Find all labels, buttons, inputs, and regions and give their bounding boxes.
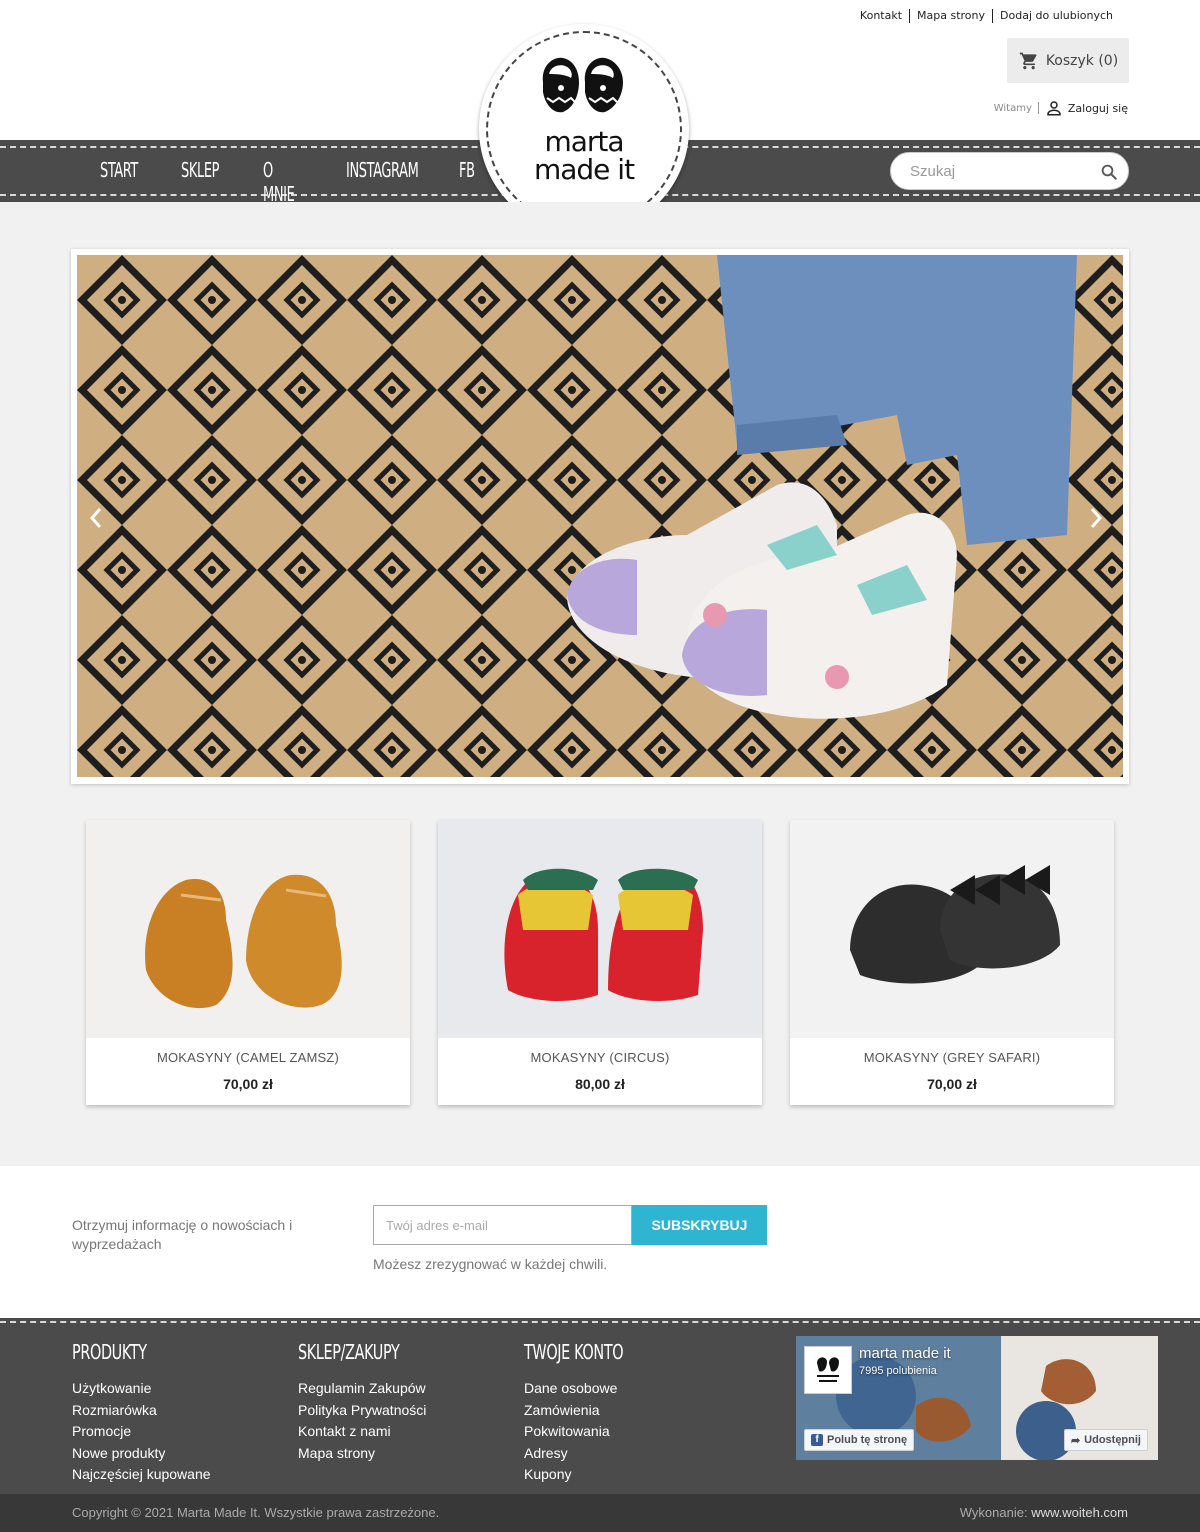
- footer-link[interactable]: Regulamin Zakupów: [298, 1378, 439, 1400]
- slider-next-button[interactable]: [1081, 503, 1111, 533]
- footer-column-account: TWOJE KONTO Dane osobowe Zamówienia Pokw…: [524, 1340, 662, 1486]
- slider-prev-button[interactable]: [81, 503, 111, 533]
- search-icon[interactable]: [1100, 163, 1118, 181]
- facebook-share-label: Udostępnij: [1084, 1434, 1141, 1446]
- newsletter-text: Otrzymuj informację o nowościach i wyprz…: [72, 1217, 293, 1252]
- facebook-likes-count: 7995 polubienia: [859, 1365, 937, 1377]
- greeting-text: Witamy: [993, 102, 1032, 114]
- credit-prefix: Wykonanie:: [959, 1505, 1028, 1520]
- footer-heading: PRODUKTY: [72, 1340, 147, 1364]
- shoes-icon: [542, 57, 623, 113]
- facebook-page-name[interactable]: marta made it: [859, 1345, 951, 1362]
- facebook-icon: f: [811, 1434, 823, 1446]
- cart-icon: [1019, 52, 1037, 69]
- share-icon: ➦: [1070, 1434, 1081, 1447]
- footer-link[interactable]: Polityka Prywatności: [298, 1400, 439, 1422]
- nav-menu: START SKLEP O MNIE INSTAGRAM FB: [100, 158, 512, 206]
- product-image[interactable]: [86, 820, 410, 1038]
- top-links: Kontakt Mapa strony Dodaj do ulubionych: [853, 9, 1120, 23]
- footer-link[interactable]: Najczęściej kupowane: [72, 1464, 211, 1486]
- email-field[interactable]: [373, 1205, 632, 1245]
- nav-item-shop[interactable]: SKLEP: [181, 158, 219, 206]
- hero-slide-image: [77, 255, 1123, 777]
- nav-item-fb[interactable]: FB: [459, 158, 475, 206]
- divider: [1037, 102, 1039, 114]
- footer-link[interactable]: Mapa strony: [298, 1443, 439, 1465]
- footer: PRODUKTY Użytkowanie Rozmiarówka Promocj…: [0, 1318, 1200, 1494]
- chevron-right-icon: [1090, 508, 1103, 528]
- footer-column-shop: SKLEP/ZAKUPY Regulamin Zakupów Polityka …: [298, 1340, 439, 1464]
- footer-link[interactable]: Nowe produkty: [72, 1443, 211, 1465]
- product-name[interactable]: MOKASYNY (GREY SAFARI): [790, 1050, 1114, 1065]
- footer-link[interactable]: Kupony: [524, 1464, 662, 1486]
- login-label: Zaloguj się: [1067, 101, 1128, 115]
- facebook-like-label: Polub tę stronę: [827, 1434, 908, 1446]
- facebook-page-avatar[interactable]: [804, 1346, 852, 1394]
- newsletter-section: Otrzymuj informację o nowościach i wyprz…: [0, 1166, 1200, 1318]
- logo-line-1: marta: [544, 125, 624, 158]
- nav-item-about[interactable]: O MNIE: [263, 158, 299, 206]
- copyright-text: Copyright © 2021 Marta Made It. Wszystki…: [72, 1505, 440, 1520]
- footer-link[interactable]: Zamówienia: [524, 1400, 662, 1422]
- footer-link[interactable]: Promocje: [72, 1421, 211, 1443]
- product-list: MOKASYNY (CAMEL ZAMSZ) 70,00 zł MOKASYNY…: [86, 820, 1114, 1105]
- product-card[interactable]: MOKASYNY (CIRCUS) 80,00 zł: [438, 820, 762, 1105]
- cart-label: Koszyk (0): [1045, 52, 1119, 69]
- facebook-page-widget[interactable]: marta made it 7995 polubienia f Polub tę…: [796, 1336, 1158, 1460]
- search-box: [890, 152, 1129, 190]
- logo-line-2: made it: [533, 153, 635, 186]
- logo-text: marta made it: [479, 128, 689, 184]
- facebook-share-button[interactable]: ➦ Udostępnij: [1063, 1429, 1148, 1451]
- footer-link[interactable]: Adresy: [524, 1443, 662, 1465]
- user-icon: [1047, 101, 1061, 116]
- nav-item-instagram[interactable]: INSTAGRAM: [346, 158, 419, 206]
- newsletter-note: Możesz zrezygnować w każdej chwili.: [373, 1256, 608, 1272]
- bottom-bar: Copyright © 2021 Marta Made It. Wszystki…: [0, 1494, 1200, 1532]
- login-link[interactable]: Zaloguj się: [1045, 99, 1128, 117]
- footer-heading: TWOJE KONTO: [524, 1340, 624, 1364]
- product-name[interactable]: MOKASYNY (CIRCUS): [438, 1050, 762, 1065]
- product-name[interactable]: MOKASYNY (CAMEL ZAMSZ): [86, 1050, 410, 1065]
- footer-link[interactable]: Kontakt z nami: [298, 1421, 439, 1443]
- subscribe-button[interactable]: SUBSKRYBUJ: [632, 1205, 767, 1245]
- top-link-sitemap[interactable]: Mapa strony: [910, 9, 992, 23]
- top-link-contact[interactable]: Kontakt: [853, 9, 909, 23]
- footer-link[interactable]: Rozmiarówka: [72, 1400, 211, 1422]
- footer-link[interactable]: Użytkowanie: [72, 1378, 211, 1400]
- footer-link[interactable]: Pokwitowania: [524, 1421, 662, 1443]
- search-input[interactable]: [891, 153, 1081, 189]
- credit-link[interactable]: www.woiteh.com: [1031, 1505, 1128, 1520]
- stitch-line: [0, 1321, 1200, 1323]
- product-card[interactable]: MOKASYNY (GREY SAFARI) 70,00 zł: [790, 820, 1114, 1105]
- product-price: 80,00 zł: [575, 1076, 625, 1092]
- main-content: MOKASYNY (CAMEL ZAMSZ) 70,00 zł MOKASYNY…: [0, 202, 1200, 1166]
- chevron-left-icon: [89, 508, 102, 528]
- product-price: 70,00 zł: [223, 1076, 273, 1092]
- login-area: Witamy Zaloguj się: [994, 99, 1128, 117]
- credit-text: Wykonanie: www.woiteh.com: [960, 1505, 1128, 1520]
- product-price: 70,00 zł: [927, 1076, 977, 1092]
- facebook-like-button[interactable]: f Polub tę stronę: [804, 1429, 915, 1451]
- product-card[interactable]: MOKASYNY (CAMEL ZAMSZ) 70,00 zł: [86, 820, 410, 1105]
- product-image[interactable]: [790, 820, 1114, 1038]
- nav-item-start[interactable]: START: [100, 158, 138, 206]
- top-link-bookmark[interactable]: Dodaj do ulubionych: [993, 9, 1120, 23]
- cart-button[interactable]: Koszyk (0): [1007, 38, 1129, 83]
- product-image[interactable]: [438, 820, 762, 1038]
- footer-link[interactable]: Dane osobowe: [524, 1378, 662, 1400]
- footer-heading: SKLEP/ZAKUPY: [298, 1340, 400, 1364]
- footer-column-products: PRODUKTY Użytkowanie Rozmiarówka Promocj…: [72, 1340, 211, 1486]
- hero-slider: [71, 249, 1129, 784]
